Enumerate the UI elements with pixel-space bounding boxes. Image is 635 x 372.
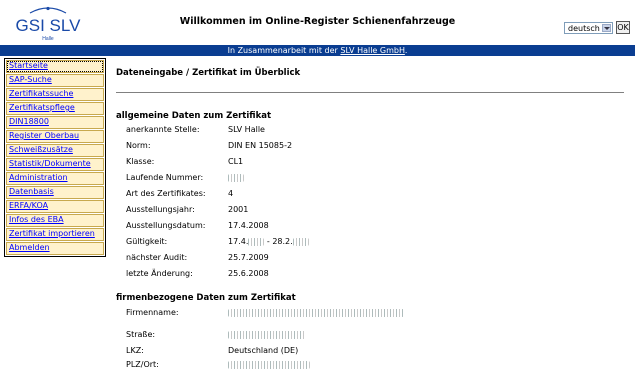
field-value-redacted xyxy=(228,306,404,320)
field-label: nächster Audit: xyxy=(126,253,188,262)
sidebar-item-zertifikatssuche[interactable]: Zertifikatssuche xyxy=(6,88,104,101)
redacted-value xyxy=(228,330,306,339)
field-label: Norm: xyxy=(126,141,151,150)
sidebar-item-schweisszusaetze[interactable]: Schweißzusätze xyxy=(6,144,104,157)
redacted-value xyxy=(248,237,265,246)
field-label: anerkannte Stelle: xyxy=(126,125,200,134)
sidebar-item-infos-eba[interactable]: Infos des EBA xyxy=(6,214,104,227)
field-label: PLZ/Ort: xyxy=(126,360,159,369)
field-value: 4 xyxy=(228,189,234,198)
sidebar-item-label[interactable]: Register Oberbau xyxy=(9,131,79,140)
field-label: Klasse: xyxy=(126,157,155,166)
cooperation-banner: In Zusammenarbeit mit der SLV Halle GmbH… xyxy=(0,45,635,56)
field-value: 25.6.2008 xyxy=(228,269,269,278)
language-select[interactable]: deutsch xyxy=(564,22,613,34)
sidebar-item-administration[interactable]: Administration xyxy=(6,172,104,185)
sidebar-item-label[interactable]: Schweißzusätze xyxy=(9,145,73,154)
field-value-redacted xyxy=(228,328,306,342)
section-title-general: allgemeine Daten zum Zertifikat xyxy=(116,111,272,121)
validity-end: - 28.2. xyxy=(264,237,293,246)
sidebar-item-erfa-koa[interactable]: ERFA/KOA xyxy=(6,200,104,213)
field-label: Gültigkeit: xyxy=(126,237,168,246)
sidebar-item-din18800[interactable]: DIN18800 xyxy=(6,116,104,129)
chevron-down-icon[interactable] xyxy=(602,24,611,32)
field-label: Straße: xyxy=(126,330,156,339)
sidebar-item-register-oberbau[interactable]: Register Oberbau xyxy=(6,130,104,143)
field-value-validity: 17.4. - 28.2. xyxy=(228,235,309,249)
sidebar-item-statistik-dokumente[interactable]: Statistik/Dokumente xyxy=(6,158,104,171)
redacted-value xyxy=(228,308,404,317)
page-title: Dateneingabe / Zertifikat im Überblick xyxy=(116,68,301,78)
banner-text: In Zusammenarbeit mit der xyxy=(227,46,341,55)
validity-start: 17.4. xyxy=(228,237,249,246)
sidebar-item-sap-suche[interactable]: SAP-Suche xyxy=(6,74,104,87)
field-value-redacted xyxy=(228,358,310,372)
field-value: CL1 xyxy=(228,157,244,166)
redacted-value xyxy=(292,237,309,246)
banner-suffix: . xyxy=(404,46,408,55)
field-value: 2001 xyxy=(228,205,249,214)
field-label: letzte Änderung: xyxy=(126,269,193,278)
sidebar-item-label[interactable]: DIN18800 xyxy=(9,117,49,126)
field-label: Ausstellungsjahr: xyxy=(126,205,195,214)
field-value: 25.7.2009 xyxy=(228,253,269,262)
sidebar-item-label[interactable]: SAP-Suche xyxy=(9,75,52,84)
sidebar-nav: Startseite SAP-Suche Zertifikatssuche Ze… xyxy=(4,58,106,257)
page-header-title: Willkommen im Online-Register Schienenfa… xyxy=(179,16,456,27)
field-label: Firmenname: xyxy=(126,308,179,317)
redacted-value xyxy=(228,173,244,182)
sidebar-item-label[interactable]: Statistik/Dokumente xyxy=(9,159,91,168)
sidebar-item-zertifikatspflege[interactable]: Zertifikatspflege xyxy=(6,102,104,115)
sidebar-item-label[interactable]: Zertifikatssuche xyxy=(9,89,73,98)
sidebar-item-abmelden[interactable]: Abmelden xyxy=(6,242,104,255)
section-title-company: firmenbezogene Daten zum Zertifikat xyxy=(116,293,296,303)
sidebar-item-label[interactable]: Zertifikatspflege xyxy=(9,103,75,112)
sidebar-item-label[interactable]: Infos des EBA xyxy=(9,215,64,224)
sidebar-item-zertifikat-importieren[interactable]: Zertifikat importieren xyxy=(6,228,104,241)
field-label: LKZ: xyxy=(126,346,144,355)
field-value: Deutschland (DE) xyxy=(228,346,299,355)
sidebar-item-datenbasis[interactable]: Datenbasis xyxy=(6,186,104,199)
field-value: SLV Halle xyxy=(228,125,265,134)
ok-button[interactable]: OK xyxy=(616,21,630,34)
sidebar-item-label[interactable]: Zertifikat importieren xyxy=(9,229,95,238)
field-label: Laufende Nummer: xyxy=(126,173,204,182)
sidebar-item-label[interactable]: Datenbasis xyxy=(9,187,54,196)
sidebar-item-label[interactable]: Abmelden xyxy=(9,243,50,252)
sidebar-item-label[interactable]: Administration xyxy=(9,173,68,182)
field-value-redacted xyxy=(228,171,244,185)
divider xyxy=(116,92,624,93)
slv-halle-link[interactable]: SLV Halle GmbH xyxy=(340,46,404,55)
sidebar-item-label[interactable]: Startseite xyxy=(9,61,48,70)
field-label: Ausstellungsdatum: xyxy=(126,221,206,230)
language-select-value: deutsch xyxy=(568,24,600,33)
field-value: DIN EN 15085-2 xyxy=(228,141,293,150)
header: GSI SLV Halle Willkommen im Online-Regis… xyxy=(0,0,635,44)
field-label: Art des Zertifikates: xyxy=(126,189,206,198)
field-value: 17.4.2008 xyxy=(228,221,269,230)
sidebar-item-label[interactable]: ERFA/KOA xyxy=(9,201,48,210)
sidebar-item-startseite[interactable]: Startseite xyxy=(6,60,104,73)
